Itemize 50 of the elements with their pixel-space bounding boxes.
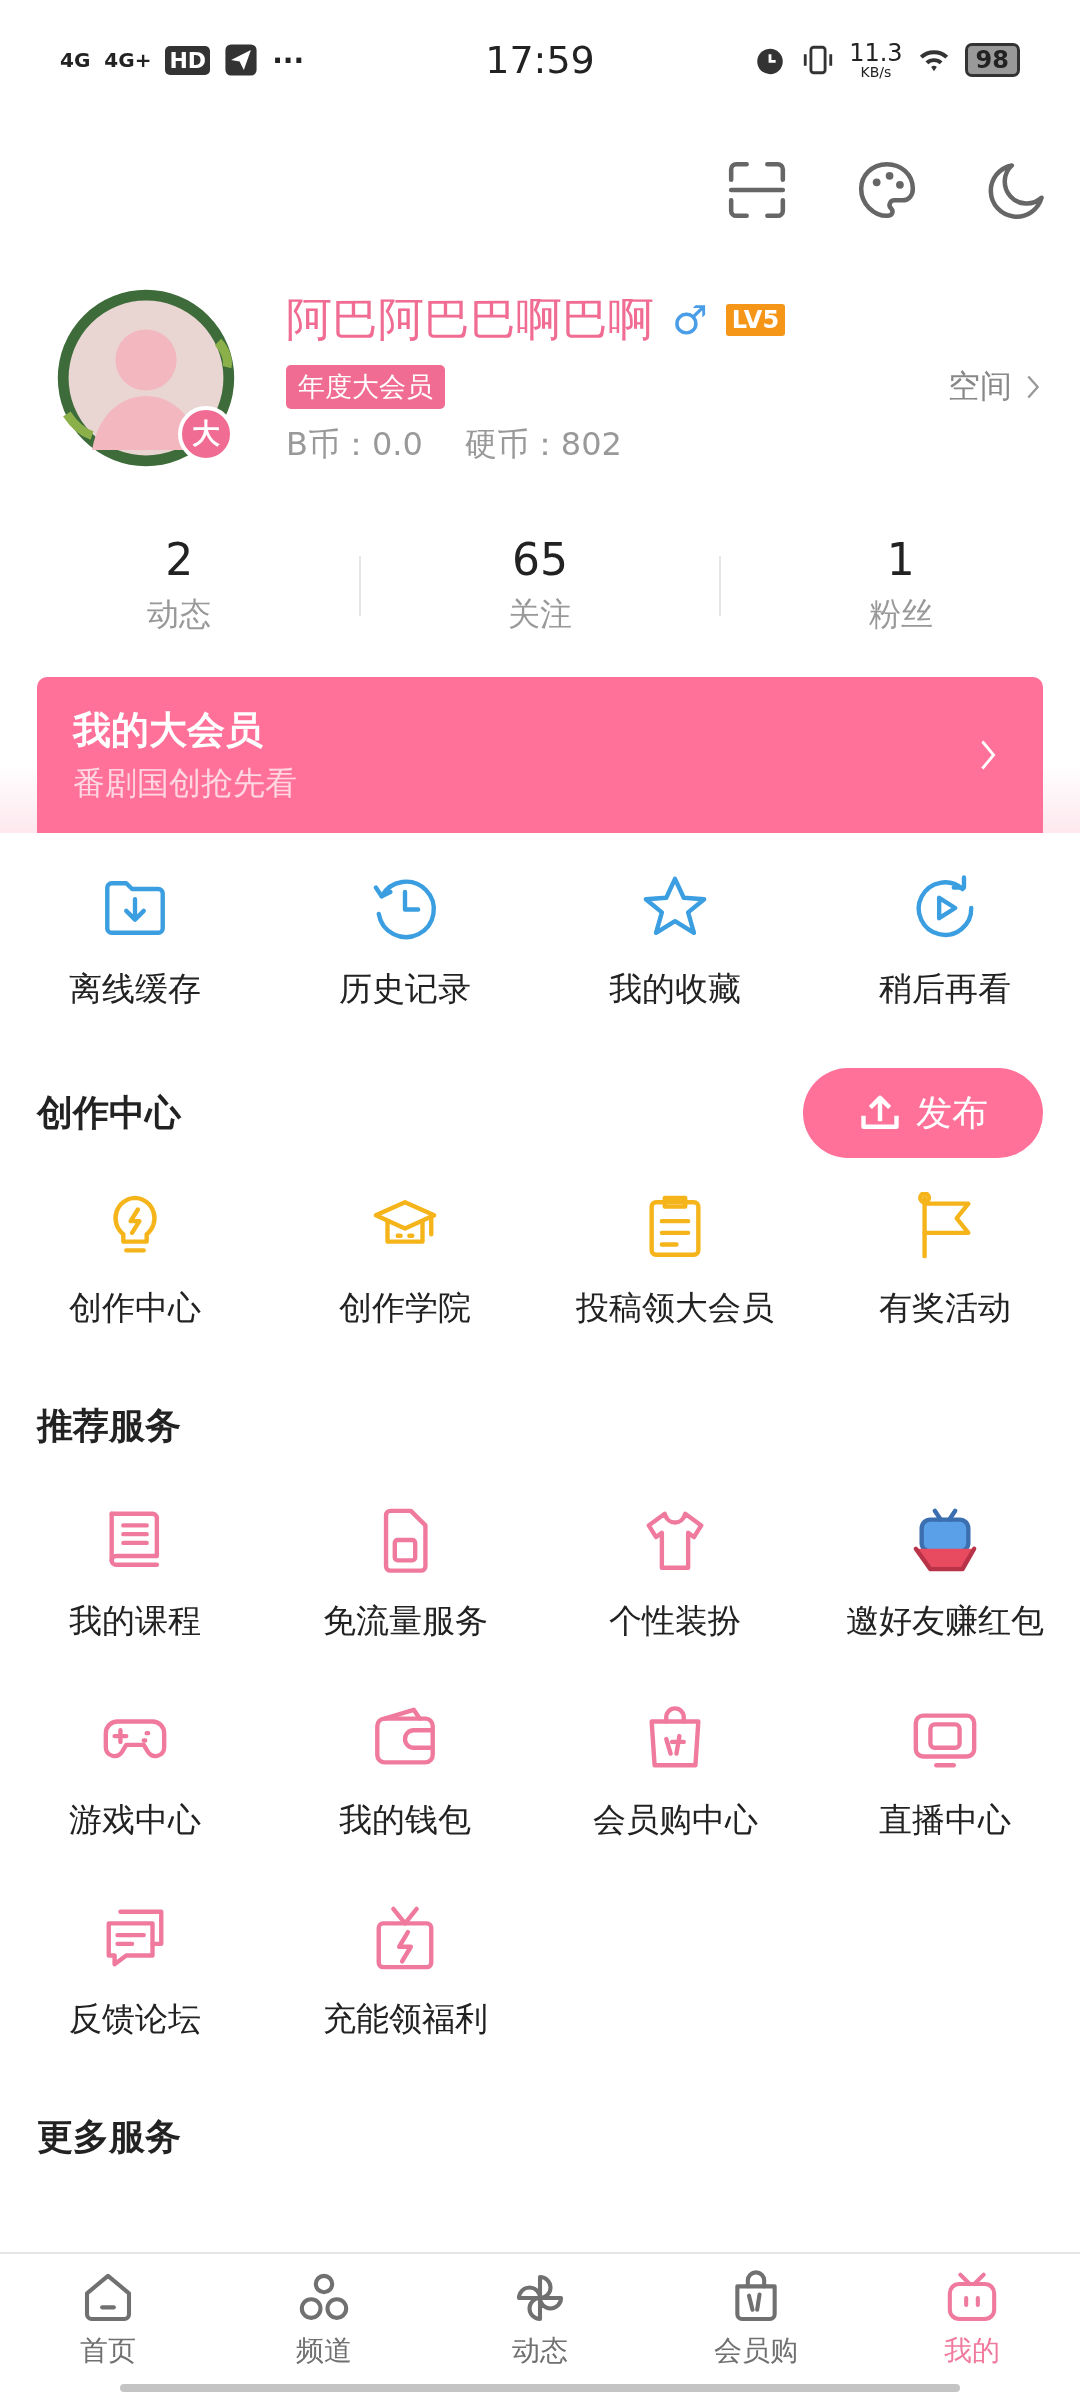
service-label[interactable]: 充能领福利	[322, 1997, 488, 2042]
creator-label[interactable]: 创作中心	[69, 1286, 201, 1331]
scan-icon[interactable]	[726, 159, 788, 221]
creator-label[interactable]: 有奖活动	[879, 1286, 1011, 1331]
stat-value[interactable]: 2	[165, 534, 194, 585]
signal-label: 4G	[60, 48, 91, 72]
service-label[interactable]: 免流量服务	[322, 1599, 488, 1644]
service-label[interactable]: 邀好友赚红包	[846, 1599, 1044, 1644]
service-label[interactable]: 直播中心	[879, 1798, 1011, 1843]
space-link[interactable]: 空间	[948, 365, 1040, 409]
banner-title: 我的大会员	[73, 706, 264, 754]
stat-value[interactable]: 65	[512, 534, 568, 585]
coin-balance: B币：0.0	[286, 424, 423, 465]
service-label[interactable]: 游戏中心	[69, 1798, 201, 1843]
more-dots: ···	[272, 43, 305, 77]
coin-balance: 硬币：802	[464, 424, 622, 465]
nav-tab[interactable]: 首页	[0, 2254, 216, 2400]
battery-level: 98	[964, 43, 1020, 77]
stat-value[interactable]: 1	[886, 534, 915, 585]
send-icon	[224, 43, 259, 77]
nav-tab[interactable]: 会员购	[648, 2254, 864, 2400]
action-label[interactable]: 我的收藏	[609, 967, 741, 1012]
action-label[interactable]: 稍后再看	[879, 967, 1011, 1012]
service-label[interactable]: 我的课程	[69, 1599, 201, 1644]
clock-time: 17:59	[485, 38, 595, 82]
section-title: 推荐服务	[37, 1403, 181, 1448]
avatar[interactable]	[56, 288, 236, 468]
user-name: 阿巴阿巴巴啊巴啊	[286, 291, 654, 348]
service-label[interactable]: 反馈论坛	[69, 1997, 201, 2042]
section-title: 创作中心	[37, 1090, 181, 1135]
action-label[interactable]: 离线缓存	[69, 967, 201, 1012]
service-label[interactable]: 个性装扮	[609, 1599, 741, 1644]
signal-label: 4G+	[104, 48, 152, 72]
vip-badge: 年度大会员	[286, 365, 445, 409]
nav-tab[interactable]: 动态	[432, 2254, 648, 2400]
nav-tab[interactable]: 频道	[216, 2254, 432, 2400]
network-speed: 11.3	[849, 41, 903, 65]
speed-unit: KB/s	[860, 65, 892, 79]
creator-label[interactable]: 投稿领大会员	[576, 1286, 774, 1331]
gender-symbol: ♂	[672, 297, 708, 343]
chevron-right-icon	[1026, 373, 1040, 401]
level-badge: LV5	[725, 304, 786, 336]
section-title: 更多服务	[37, 2114, 181, 2159]
banner-subtitle: 番剧国创抢先看	[73, 762, 297, 804]
service-label[interactable]: 会员购中心	[592, 1798, 758, 1843]
service-label[interactable]: 我的钱包	[339, 1798, 471, 1843]
hd-label: HD	[165, 45, 211, 75]
action-label[interactable]: 历史记录	[339, 967, 471, 1012]
creator-label[interactable]: 创作学院	[339, 1286, 471, 1331]
palette-icon[interactable]	[856, 159, 918, 221]
